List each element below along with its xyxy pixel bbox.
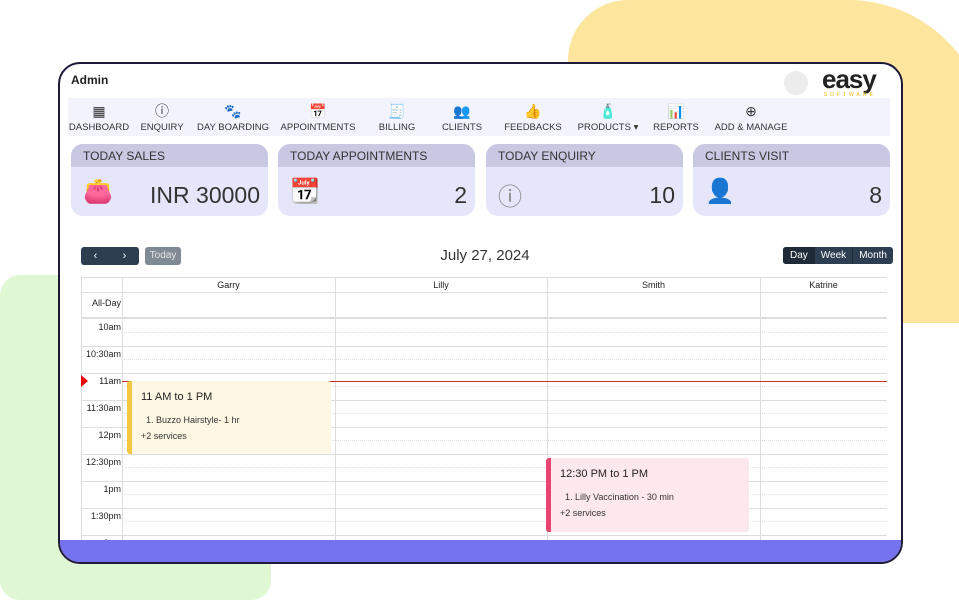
dashboard-icon: ▦ — [92, 103, 106, 119]
receipt-icon: 🧾 — [388, 103, 406, 119]
plus-circle-icon: ⊕ — [745, 103, 757, 119]
resource-header-garry: Garry — [122, 278, 335, 293]
nav-item-products-[interactable]: 🧴 PRODUCTS ▾ — [572, 98, 644, 136]
half-hour-line — [122, 521, 887, 522]
calendar-clock-icon: 📆 — [290, 178, 320, 205]
nav-item-dashboard[interactable]: ▦ DASHBOARD — [68, 98, 130, 136]
paw-icon: 🐾 — [224, 103, 242, 119]
appointment-event[interactable]: 12:30 PM to 1 PM 1. Lilly Vaccination - 3… — [546, 458, 749, 532]
time-label: 1:30pm — [90, 511, 121, 521]
nav-label: PRODUCTS ▾ — [577, 122, 639, 133]
nav-item-enquiry[interactable]: ⓘ ENQUIRY — [130, 98, 194, 136]
thumbs-up-stars-icon: 👍 — [524, 103, 542, 119]
nav-label: ENQUIRY — [140, 122, 184, 133]
app-title: Admin — [71, 73, 109, 87]
time-label: 12pm — [98, 430, 121, 440]
nav-item-feedbacks[interactable]: 👍 FEEDBACKS — [494, 98, 572, 136]
nav-label: CLIENTS — [441, 122, 483, 133]
hour-line — [81, 535, 887, 536]
current-time-marker-icon — [81, 375, 88, 387]
event-service: 1. Buzzo Hairstyle- 1 hr — [146, 415, 240, 425]
nav-item-appointments[interactable]: 📅 APPOINTMENTS — [272, 98, 364, 136]
hour-line — [81, 454, 887, 455]
hour-line — [81, 508, 887, 509]
calendar-check-icon: 📅 — [309, 103, 327, 119]
card-value: 8 — [869, 182, 882, 208]
resource-header-smith: Smith — [547, 278, 760, 293]
view-switcher: Day Week Month — [783, 247, 893, 264]
time-label: 12:30pm — [85, 457, 121, 467]
view-week-button[interactable]: Week — [813, 247, 852, 264]
main-nav: ▦ DASHBOARD ⓘ ENQUIRY 🐾 DAY BOARDING 📅 APPOINTM… — [68, 98, 890, 136]
time-label: 11:30am — [86, 403, 121, 413]
view-day-button[interactable]: Day — [783, 247, 814, 264]
user-icon: 👤 — [705, 178, 735, 205]
nav-label: ADD & MANAGE — [714, 122, 788, 133]
app-window: Admin easy SOFTWARE ▦ DASHBOARD ⓘ ENQUIRY 🐾 D… — [58, 62, 903, 564]
event-more-services[interactable]: +2 services — [560, 508, 740, 518]
products-icon: 🧴 — [599, 103, 617, 119]
users-icon: 👥 — [453, 103, 471, 119]
calendar-grid: Garry Lilly Smith Katrine All-Day 10am 10:30am… — [81, 277, 887, 562]
hour-line — [81, 481, 887, 482]
stat-card: CLIENTS VISIT 👤 8 — [693, 144, 890, 216]
time-label: 10am — [98, 322, 121, 332]
next-button[interactable]: › — [123, 250, 127, 262]
card-value: 2 — [454, 182, 467, 208]
card-title: CLIENTS VISIT — [693, 144, 890, 167]
card-title: TODAY APPOINTMENTS — [278, 144, 475, 167]
hour-line — [81, 373, 887, 374]
nav-label: APPOINTMENTS — [280, 122, 356, 133]
hour-line — [81, 346, 887, 347]
nav-label: REPORTS — [653, 122, 699, 133]
half-hour-line — [122, 494, 887, 495]
avatar[interactable] — [784, 71, 808, 95]
event-time: 12:30 PM to 1 PM — [560, 468, 649, 480]
nav-label: FEEDBACKS — [504, 122, 562, 133]
event-service: 1. Lilly Vaccination - 30 min — [565, 492, 674, 502]
chart-icon: 📊 — [667, 103, 685, 119]
event-time: 11 AM to 1 PM — [141, 391, 213, 403]
nav-label: DASHBOARD — [68, 122, 130, 133]
resource-header-katrine: Katrine — [760, 278, 887, 293]
prev-next-buttons: ‹ › — [81, 247, 139, 265]
resource-header-lilly: Lilly — [335, 278, 547, 293]
today-button[interactable]: Today — [145, 247, 181, 265]
card-value: INR 30000 — [150, 182, 260, 208]
card-title: TODAY SALES — [71, 144, 268, 167]
column-divider — [81, 278, 82, 562]
nav-item-billing[interactable]: 🧾 BILLING — [364, 98, 430, 136]
stat-card: TODAY ENQUIRY ⓘ 10 — [486, 144, 683, 216]
view-month-button[interactable]: Month — [852, 247, 893, 264]
stat-card: TODAY SALES 👛 INR 30000 — [71, 144, 268, 216]
time-label: 10:30am — [85, 349, 121, 359]
info-icon: ⓘ — [498, 184, 522, 211]
nav-item-reports[interactable]: 📊 REPORTS — [644, 98, 708, 136]
card-title: TODAY ENQUIRY — [486, 144, 683, 167]
nav-label: DAY BOARDING — [197, 122, 269, 133]
info-icon: ⓘ — [155, 103, 169, 119]
half-hour-line — [122, 359, 887, 360]
wallet-icon: 👛 — [83, 178, 113, 205]
card-value: 10 — [649, 182, 675, 208]
event-more-services[interactable]: +2 services — [141, 431, 322, 441]
half-hour-line — [122, 467, 887, 468]
nav-item-add-manage[interactable]: ⊕ ADD & MANAGE — [708, 98, 794, 136]
time-column-header — [81, 278, 122, 293]
calendar-date: July 27, 2024 — [440, 247, 530, 264]
nav-item-day-boarding[interactable]: 🐾 DAY BOARDING — [194, 98, 272, 136]
half-hour-line — [122, 332, 887, 333]
prev-button[interactable]: ‹ — [94, 250, 98, 262]
stat-card: TODAY APPOINTMENTS 📆 2 — [278, 144, 475, 216]
time-label: 1pm — [103, 484, 121, 494]
all-day-divider — [81, 317, 887, 319]
bottom-bar — [60, 540, 901, 562]
all-day-label: All-Day — [91, 298, 121, 308]
nav-item-clients[interactable]: 👥 CLIENTS — [430, 98, 494, 136]
nav-label: BILLING — [378, 122, 416, 133]
appointment-event[interactable]: 11 AM to 1 PM 1. Buzzo Hairstyle- 1 hr +2 … — [127, 381, 331, 454]
logo: easy SOFTWARE — [822, 64, 877, 98]
